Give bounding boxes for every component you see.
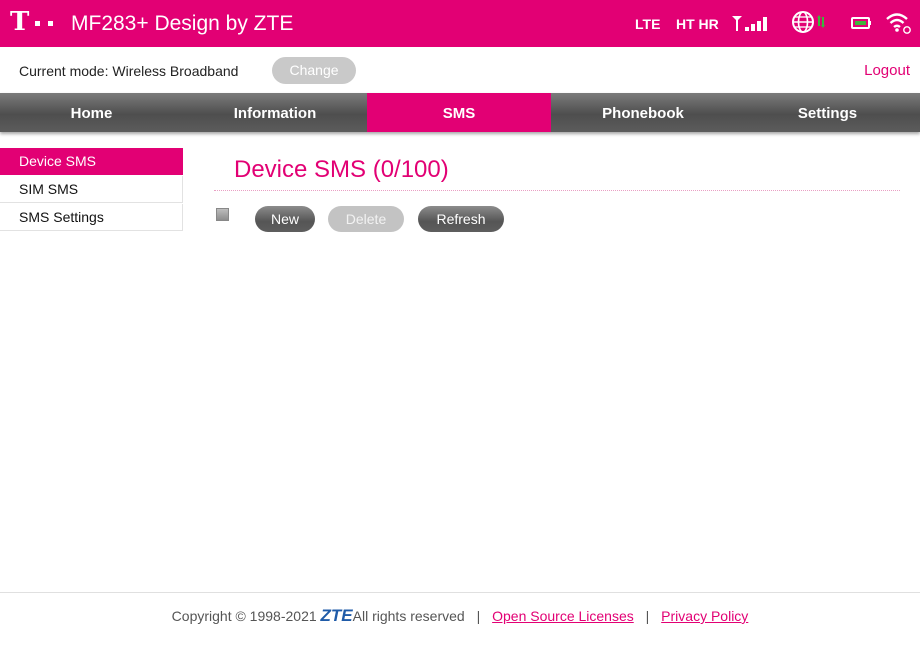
globe-data-icon [792, 11, 825, 33]
copyright-text: Copyright © 1998-2021 [171, 608, 317, 624]
operator-name: HT HR [676, 16, 719, 32]
wifi-icon [886, 13, 911, 34]
top-header: T MF283+ Design by ZTE LTE HT HR [0, 0, 920, 47]
footer-separator: | [476, 608, 481, 624]
refresh-button[interactable]: Refresh [418, 206, 504, 232]
nav-tab-sms[interactable]: SMS [367, 93, 551, 132]
footer-divider [0, 592, 920, 593]
nav-tab-information[interactable]: Information [183, 93, 367, 132]
new-sms-button[interactable]: New [255, 206, 315, 232]
nav-tab-phonebook[interactable]: Phonebook [551, 93, 735, 132]
current-mode-label: Current mode: Wireless Broadband [19, 63, 239, 79]
delete-sms-button[interactable]: Delete [328, 206, 404, 232]
main-nav: Home Information SMS Phonebook Settings [0, 93, 920, 132]
network-type: LTE [635, 16, 661, 32]
privacy-policy-link[interactable]: Privacy Policy [661, 608, 748, 624]
title-divider [214, 190, 900, 191]
footer: Copyright © 1998-2021 ZTEAll rights rese… [0, 606, 920, 626]
change-mode-button[interactable]: Change [272, 57, 356, 84]
logout-link[interactable]: Logout [864, 62, 910, 80]
rights-text: All rights reserved [352, 608, 465, 624]
sidebar-item-sms-settings[interactable]: SMS Settings [0, 204, 183, 231]
sidebar-item-device-sms[interactable]: Device SMS [0, 148, 183, 175]
page-title: Device SMS (0/100) [234, 156, 449, 183]
telekom-logo: T [10, 7, 30, 37]
nav-tab-settings[interactable]: Settings [735, 93, 920, 132]
mode-bar: Current mode: Wireless Broadband [0, 47, 920, 93]
app-title: MF283+ Design by ZTE [71, 12, 294, 35]
zte-logo-text: ZTE [320, 606, 353, 625]
logo-dot [35, 21, 40, 26]
battery-icon [851, 17, 871, 29]
sidebar-item-sim-sms[interactable]: SIM SMS [0, 176, 183, 203]
logo-dot [48, 21, 53, 26]
footer-separator: | [645, 608, 650, 624]
nav-tab-home[interactable]: Home [0, 93, 183, 132]
select-all-checkbox[interactable] [216, 208, 229, 221]
open-source-licenses-link[interactable]: Open Source Licenses [492, 608, 634, 624]
signal-strength-icon [732, 16, 767, 31]
